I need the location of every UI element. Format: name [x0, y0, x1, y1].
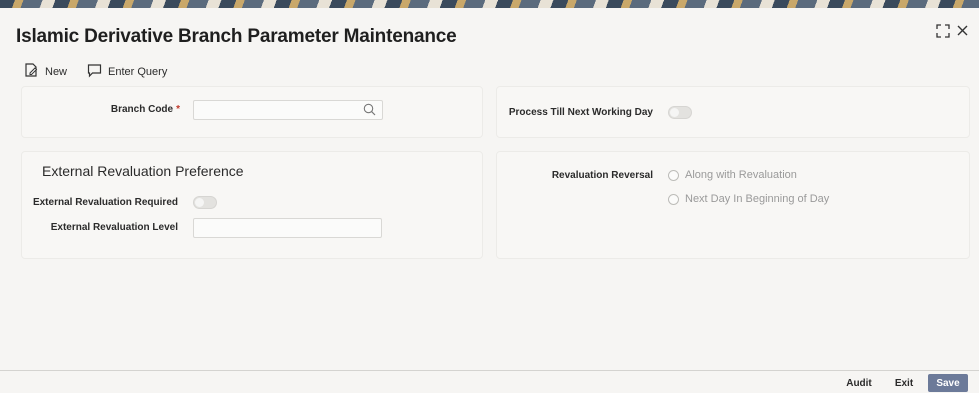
save-button[interactable]: Save — [928, 374, 968, 392]
revaluation-reversal-label: Revaluation Reversal — [551, 170, 653, 181]
header-banner — [0, 0, 979, 8]
exit-button[interactable]: Exit — [891, 374, 917, 392]
external-revaluation-level-input[interactable] — [193, 218, 382, 238]
enter-query-label: Enter Query — [108, 66, 168, 78]
process-till-label: Process Till Next Working Day — [508, 107, 653, 118]
comment-icon — [87, 63, 102, 81]
external-revaluation-level-label: External Revaluation Level — [50, 222, 178, 233]
radio-button[interactable] — [668, 169, 679, 181]
radio-next-day-beginning[interactable]: Next Day In Beginning of Day — [668, 193, 829, 205]
expand-icon[interactable] — [936, 24, 950, 43]
branch-code-input[interactable] — [193, 100, 383, 120]
new-document-icon — [24, 63, 39, 81]
close-icon[interactable] — [956, 24, 969, 42]
revaluation-reversal-panel — [496, 151, 970, 259]
search-icon[interactable] — [363, 103, 376, 121]
radio-along-with-revaluation[interactable]: Along with Revaluation — [668, 169, 797, 181]
external-revaluation-required-label: External Revaluation Required — [32, 197, 178, 208]
footer-divider — [0, 370, 979, 371]
new-button[interactable]: New — [24, 63, 67, 81]
enter-query-button[interactable]: Enter Query — [87, 63, 167, 81]
external-revaluation-heading: External Revaluation Preference — [42, 163, 244, 179]
audit-button[interactable]: Audit — [841, 374, 877, 392]
process-till-toggle[interactable] — [668, 106, 692, 119]
branch-code-label: Branch Code * — [110, 104, 180, 115]
radio-button[interactable] — [668, 193, 679, 205]
external-revaluation-required-toggle[interactable] — [193, 196, 217, 209]
page-title: Islamic Derivative Branch Parameter Main… — [16, 26, 457, 47]
new-label: New — [45, 66, 68, 78]
